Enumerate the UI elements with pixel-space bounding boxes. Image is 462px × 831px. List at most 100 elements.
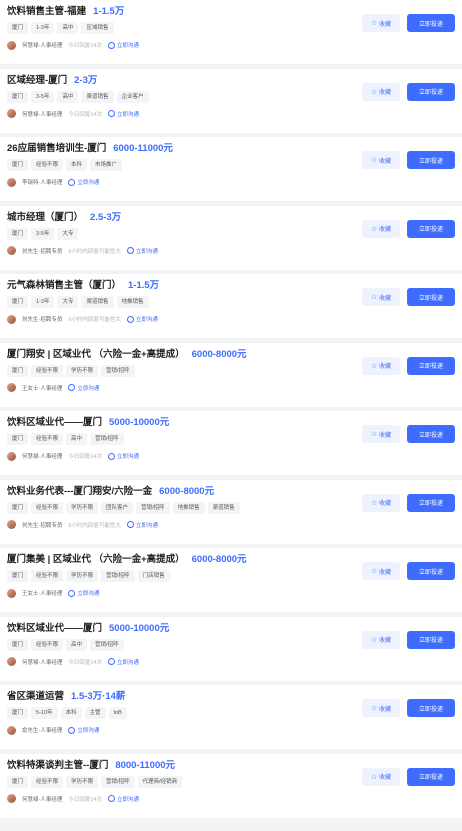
recruiter-name: 刘先生·招聘专员	[22, 317, 63, 323]
tag: 渠道销售	[81, 296, 114, 308]
favorite-button[interactable]: ☆ 收藏	[362, 767, 400, 786]
reply-rate: 今日回复14次	[68, 111, 102, 118]
avatar	[7, 520, 16, 529]
job-title[interactable]: 饮料区域业代——厦门	[7, 414, 102, 428]
job-card[interactable]: 饮料特渠谈判主管--厦门 8000-11000元 厦门 经验不限 学历不限 营销/招呼 代理…	[0, 753, 462, 818]
chat-link[interactable]: 立即沟通	[126, 247, 158, 255]
chat-link[interactable]: 立即沟通	[68, 384, 99, 392]
chat-link[interactable]: 立即沟通	[68, 589, 99, 597]
chat-label: 立即沟通	[77, 728, 100, 734]
favorite-button[interactable]: ☆ 收藏	[362, 562, 400, 580]
star-icon: ☆	[370, 431, 378, 438]
job-title[interactable]: 饮料特渠谈判主管--厦门	[7, 757, 108, 771]
apply-button[interactable]: 立即投递	[407, 219, 455, 238]
job-card[interactable]: 区域经理-厦门 2-3万 厦门 3-5年 高中 渠道销售 企业客户 何慧禄·人事经理 今日回复1…	[0, 68, 462, 133]
avatar	[7, 588, 16, 598]
chat-link[interactable]: 立即沟通	[107, 41, 139, 49]
recruiter-name: 何慧禄·人事经理	[22, 659, 63, 666]
job-title[interactable]: 区域经理-厦门	[7, 72, 67, 86]
chat-icon	[107, 795, 115, 802]
favorite-label: 收藏	[379, 295, 392, 302]
favorite-button[interactable]: ☆ 收藏	[362, 356, 400, 375]
recruiter-row: 何慧禄·人事经理 今日回复14次 立即沟通	[7, 793, 462, 805]
favorite-label: 收藏	[379, 21, 392, 28]
tag: 高中	[57, 22, 79, 34]
favorite-label: 收藏	[379, 569, 392, 576]
chat-link[interactable]: 立即沟通	[107, 658, 139, 666]
star-icon: ☆	[370, 157, 378, 164]
tag: 经验不限	[31, 775, 64, 788]
favorite-label: 收藏	[379, 90, 392, 96]
favorite-button[interactable]: ☆ 收藏	[362, 288, 400, 306]
apply-button[interactable]: 立即投递	[407, 630, 455, 649]
tag: 经验不限	[31, 159, 64, 171]
chat-link[interactable]: 立即沟通	[107, 110, 139, 118]
favorite-button[interactable]: ☆ 收藏	[362, 630, 400, 649]
apply-button[interactable]: 立即投递	[407, 699, 455, 717]
job-title[interactable]: 省区渠道运营	[7, 688, 64, 702]
job-card[interactable]: 26应届销售培训生-厦门 6000-11000元 厦门 经验不限 本科 市场推广 李瑞特·人…	[0, 137, 462, 201]
job-card[interactable]: 饮料区域业代——厦门 5000-10000元 厦门 经验不限 高中 营销/招呼 何慧禄·人事…	[0, 616, 462, 681]
job-title[interactable]: 厦门集美 | 区域业代 （六险一金+高提成）	[7, 551, 185, 565]
favorite-button[interactable]: ☆ 收藏	[362, 219, 400, 238]
salary: 2-3万	[74, 74, 98, 86]
star-icon: ☆	[370, 773, 378, 781]
job-card[interactable]: 饮料区域业代——厦门 5000-10000元 厦门 经验不限 高中 营销/招呼 何慧禄·人事…	[0, 411, 462, 475]
tag: 厦门	[7, 501, 29, 514]
job-title[interactable]: 厦门翔安 | 区域业代 （六险一金+高提成）	[7, 346, 185, 360]
job-title[interactable]: 26应届销售培训生-厦门	[7, 140, 106, 154]
favorite-button[interactable]: ☆ 收藏	[362, 151, 400, 169]
favorite-button[interactable]: ☆ 收藏	[362, 82, 400, 101]
job-title[interactable]: 饮料销售主管-福建	[7, 3, 86, 17]
apply-button[interactable]: 立即投递	[407, 151, 455, 169]
apply-button[interactable]: 立即投递	[407, 82, 455, 101]
chat-label: 立即沟通	[135, 248, 158, 255]
job-title[interactable]: 饮料区域业代——厦门	[7, 620, 102, 634]
job-title[interactable]: 饮料业务代表---厦门翔安/六险一金	[7, 483, 152, 497]
job-card[interactable]: 厦门翔安 | 区域业代 （六险一金+高提成） 6000-8000元 厦门 经验不限 学历…	[0, 342, 462, 407]
job-card[interactable]: 城市经理（厦门） 2.5-3万 厦门 3-5年 大专 刘先生·招聘专员 6小时内回复可能性大…	[0, 205, 462, 270]
tag: toB	[108, 707, 127, 719]
chat-link[interactable]: 立即沟通	[107, 795, 139, 803]
tag: 大专	[57, 227, 79, 240]
chat-link[interactable]: 立即沟通	[126, 521, 158, 529]
apply-button[interactable]: 立即投递	[407, 425, 455, 443]
job-card[interactable]: 饮料销售主管-福建 1-1.5万 厦门 1-3年 高中 区域销售 何慧禄·人事经理 今日回复1…	[0, 0, 462, 64]
tag: 渠道销售	[81, 90, 114, 103]
chat-link[interactable]: 立即沟通	[126, 315, 158, 323]
job-card[interactable]: 省区渠道运营 1.5-3万·14薪 厦门 5-10年 本科 主管 toB 俞先生·人事经理 立即…	[0, 685, 462, 749]
salary: 1-1.5万	[93, 6, 125, 17]
apply-button[interactable]: 立即投递	[407, 14, 455, 32]
job-card[interactable]: 饮料业务代表---厦门翔安/六险一金 6000-8000元 厦门 经验不限 学历不限 团队…	[0, 479, 462, 544]
tag: 营销/招呼	[90, 638, 124, 651]
chat-link[interactable]: 立即沟通	[68, 178, 99, 186]
favorite-label: 收藏	[379, 775, 392, 781]
apply-button[interactable]: 立即投递	[407, 767, 455, 786]
tag: 区域销售	[81, 22, 114, 34]
tag: 1-3年	[31, 22, 55, 34]
recruiter-name: 王女士·人事经理	[22, 591, 63, 597]
chat-icon	[126, 521, 134, 528]
salary: 1.5-3万·14薪	[71, 691, 126, 702]
chat-link[interactable]: 立即沟通	[68, 726, 99, 734]
tag: 营销/招呼	[101, 775, 135, 788]
apply-button[interactable]: 立即投递	[407, 562, 455, 580]
chat-link[interactable]: 立即沟通	[107, 452, 139, 460]
chat-icon	[126, 315, 134, 323]
recruiter-row: 刘先生·招聘专员 6小时内回复可能性大 立即沟通	[7, 519, 462, 531]
favorite-button[interactable]: ☆ 收藏	[362, 699, 400, 717]
tag: 3-5年	[31, 90, 55, 103]
favorite-button[interactable]: ☆ 收藏	[362, 493, 400, 512]
favorite-button[interactable]: ☆ 收藏	[362, 425, 400, 443]
favorite-button[interactable]: ☆ 收藏	[362, 14, 400, 32]
job-card[interactable]: 厦门集美 | 区域业代 （六险一金+高提成） 6000-8000元 厦门 经验不限 学历…	[0, 548, 462, 612]
apply-button[interactable]: 立即投递	[407, 493, 455, 512]
star-icon: ☆	[370, 362, 378, 370]
apply-button[interactable]: 立即投递	[407, 356, 455, 375]
job-title[interactable]: 城市经理（厦门）	[7, 209, 83, 223]
avatar	[7, 314, 16, 324]
job-card[interactable]: 元气森林销售主管（厦门） 1-1.5万 厦门 1-3年 大专 渠道销售 地推销售 刘先生·招聘…	[0, 274, 462, 338]
apply-button[interactable]: 立即投递	[407, 288, 455, 306]
job-title[interactable]: 元气森林销售主管（厦门）	[7, 277, 121, 291]
recruiter-name: 王女士·人事经理	[22, 385, 63, 392]
